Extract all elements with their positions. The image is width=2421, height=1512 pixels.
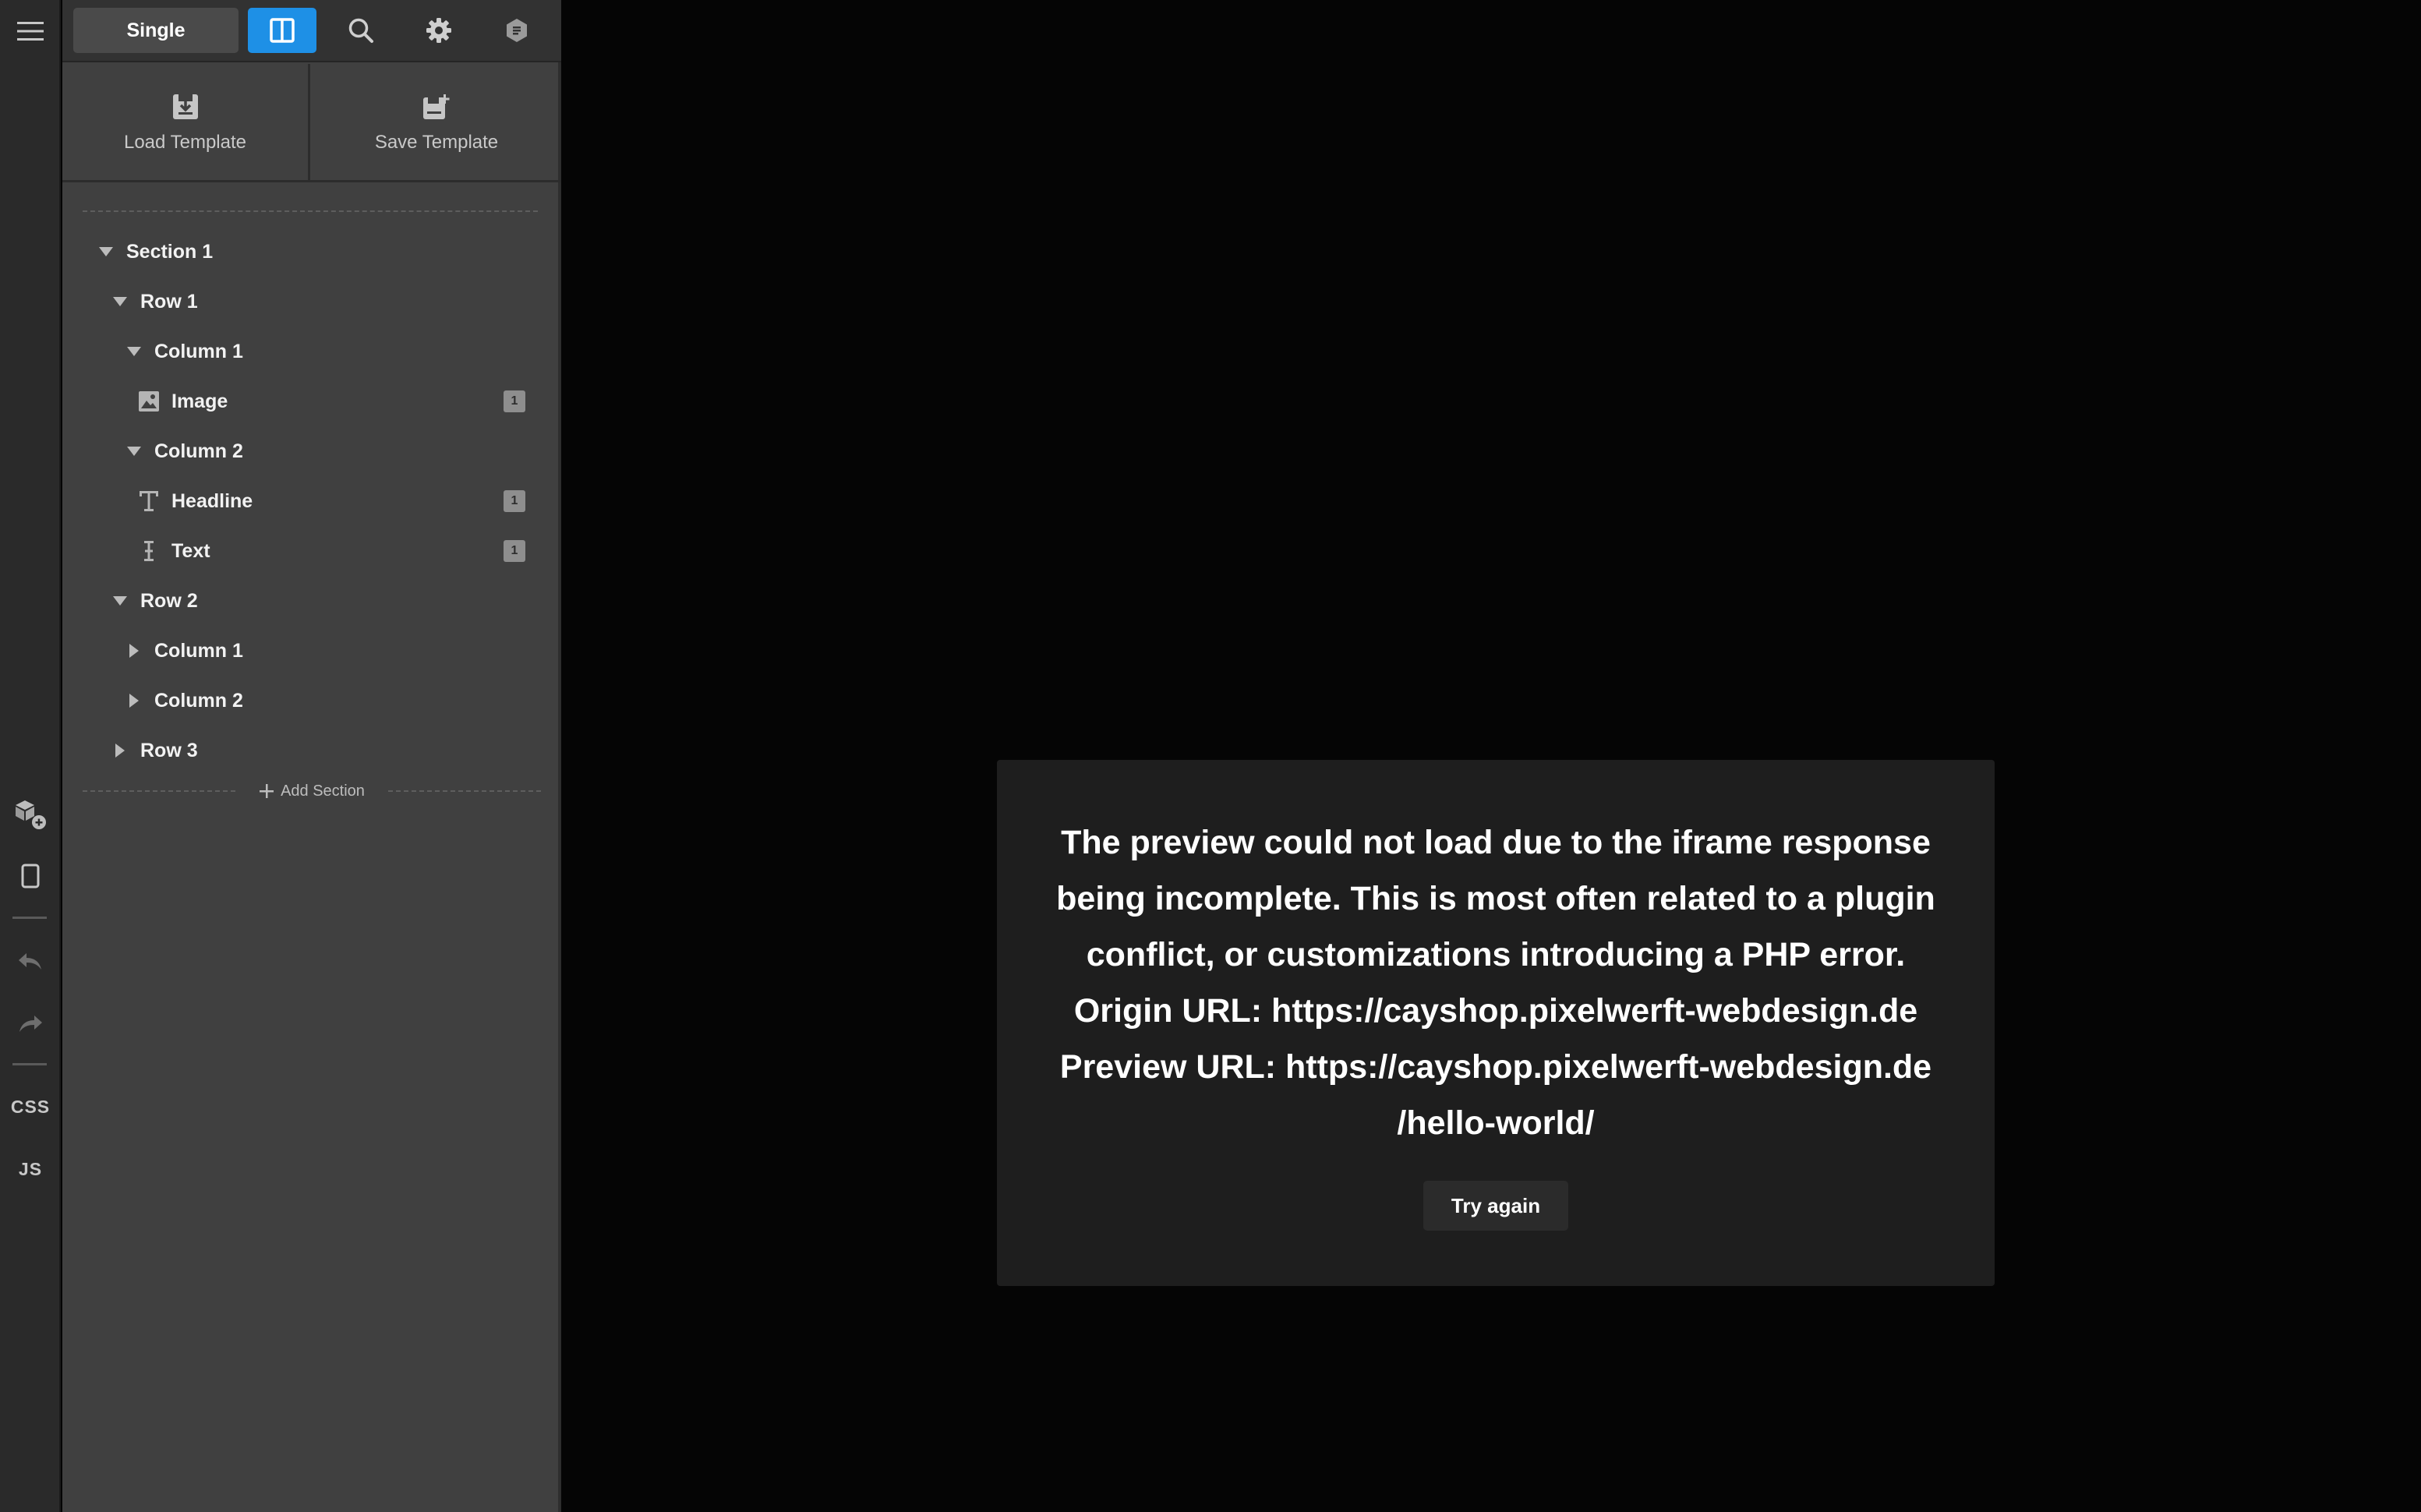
panel-toolbar: Single	[62, 0, 561, 62]
count-badge: 1	[504, 490, 525, 512]
caret-right-icon[interactable]	[126, 693, 142, 708]
js-button[interactable]: JS	[0, 1146, 61, 1192]
save-template-button[interactable]: Save Template	[313, 64, 560, 182]
structure-panel: Single Load Template Save Template Secti…	[62, 0, 561, 1512]
tree-item-label: Headline	[171, 489, 253, 512]
caret-down-icon[interactable]	[112, 294, 128, 309]
tree-column-1[interactable]: Column 1	[62, 330, 561, 373]
tree-item-label: Text	[171, 539, 210, 562]
tree-headline[interactable]: Headline 1	[62, 479, 561, 523]
caret-down-icon[interactable]	[126, 344, 142, 359]
rail-divider	[12, 1063, 47, 1065]
caret-right-icon[interactable]	[126, 643, 142, 659]
tree-row-2[interactable]: Row 2	[62, 579, 561, 623]
tree-item-label: Column 2	[154, 440, 243, 462]
add-section-label: Add Section	[281, 782, 365, 800]
caret-down-icon[interactable]	[126, 443, 142, 459]
preview-url-path: /hello-world/	[1397, 1104, 1595, 1142]
layout-button[interactable]	[248, 8, 316, 53]
add-element-icon[interactable]	[0, 791, 61, 838]
settings-button[interactable]	[412, 8, 466, 53]
undo-icon[interactable]	[0, 938, 61, 985]
layout-columns-icon	[270, 18, 295, 43]
tree-row-3[interactable]: Row 3	[62, 729, 561, 772]
error-line: The preview could not load due to the if…	[1061, 824, 1931, 861]
tree-item-label: Section 1	[126, 240, 214, 263]
save-add-icon	[423, 94, 450, 119]
redo-icon[interactable]	[0, 1001, 61, 1047]
preview-error-dialog: The preview could not load due to the if…	[997, 760, 1995, 1286]
tree-text[interactable]: Text 1	[62, 529, 561, 573]
mobile-device-icon[interactable]	[0, 853, 61, 899]
tree-row2-column-1[interactable]: Column 1	[62, 629, 561, 673]
tree-column-2[interactable]: Column 2	[62, 429, 561, 473]
js-label: JS	[18, 1158, 43, 1179]
image-icon	[137, 390, 161, 413]
caret-right-icon[interactable]	[112, 743, 128, 758]
css-button[interactable]: CSS	[0, 1083, 61, 1130]
search-button[interactable]	[334, 8, 388, 53]
headline-icon	[137, 489, 161, 513]
dashed-divider	[387, 790, 542, 792]
section-divider	[83, 210, 538, 212]
tree-image[interactable]: Image 1	[62, 380, 561, 423]
load-template-label: Load Template	[123, 132, 246, 153]
search-icon	[348, 18, 373, 43]
preview-url-line: Preview URL: https://cayshop.pixelwerft-…	[1059, 1048, 1932, 1086]
add-section-button[interactable]: Add Section	[256, 782, 368, 800]
dashed-divider	[83, 790, 236, 792]
error-message: The preview could not load due to the if…	[1044, 814, 1948, 1151]
builder-app: CSS JS Single Load Template Save Templat…	[0, 0, 2421, 1512]
count-badge: 1	[504, 390, 525, 412]
tree-item-label: Column 1	[154, 639, 243, 662]
add-section-row: Add Section	[62, 779, 561, 803]
tree-item-label: Row 1	[140, 290, 198, 313]
caret-down-icon[interactable]	[112, 593, 128, 609]
tree-item-label: Row 3	[140, 739, 198, 761]
rail-divider	[12, 917, 47, 919]
text-cursor-icon	[137, 539, 161, 563]
save-template-label: Save Template	[374, 132, 499, 153]
hexagon-icon	[507, 19, 527, 42]
load-template-button[interactable]: Load Template	[62, 64, 310, 182]
error-line: being incomplete. This is most often rel…	[1056, 880, 1935, 917]
gear-icon	[426, 18, 451, 43]
tree-row2-column-2[interactable]: Column 2	[62, 679, 561, 722]
try-again-button[interactable]: Try again	[1423, 1181, 1568, 1231]
count-badge: 1	[504, 540, 525, 562]
tree-section-1[interactable]: Section 1	[62, 230, 561, 274]
error-line: conflict, or customizations introducing …	[1086, 936, 1906, 973]
hamburger-icon[interactable]	[0, 8, 61, 55]
info-button[interactable]	[490, 8, 544, 53]
css-label: CSS	[10, 1096, 51, 1117]
tree-item-label: Row 2	[140, 589, 198, 612]
single-mode-button[interactable]: Single	[73, 8, 239, 53]
caret-down-icon[interactable]	[98, 244, 114, 260]
icon-rail: CSS JS	[0, 0, 61, 1512]
origin-url-line: Origin URL: https://cayshop.pixelwerft-w…	[1073, 992, 1918, 1030]
template-actions: Load Template Save Template	[62, 64, 561, 182]
tree-item-label: Column 2	[154, 689, 243, 712]
tree-item-label: Column 1	[154, 340, 243, 362]
plus-icon	[260, 784, 274, 798]
tree-item-label: Image	[171, 390, 228, 412]
tree-row-1[interactable]: Row 1	[62, 280, 561, 323]
download-icon	[172, 94, 198, 119]
